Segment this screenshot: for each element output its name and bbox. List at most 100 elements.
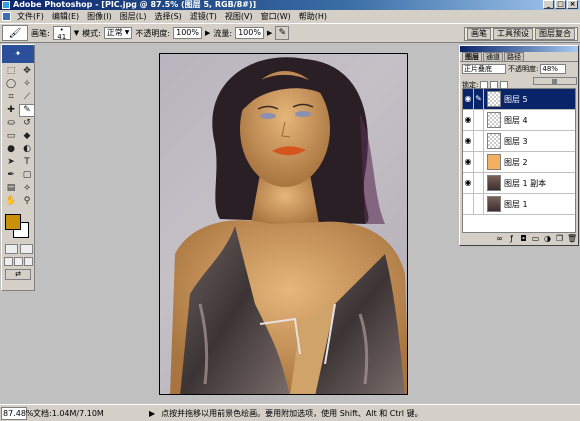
layer-name[interactable]: 图层 2	[504, 157, 528, 168]
eyedropper-tool-icon[interactable]: ⟡	[19, 182, 35, 195]
zoom-field[interactable]: 87.48%	[1, 406, 34, 420]
flow-field[interactable]: 100%	[235, 27, 264, 39]
menu-image[interactable]: 图像(I)	[83, 10, 116, 23]
standard-mode-button[interactable]	[5, 244, 18, 254]
paint-bucket-tool-icon[interactable]: ◆	[19, 130, 35, 143]
hand-tool-icon[interactable]: ✋	[3, 195, 19, 208]
new-layer-icon[interactable]: ❐	[555, 234, 564, 243]
layer-row[interactable]: 图层 1	[463, 194, 575, 215]
standard-screen-button[interactable]	[4, 257, 13, 266]
airbrush-button[interactable]: ✎	[275, 26, 290, 40]
eraser-tool-icon[interactable]: ▭	[3, 130, 19, 143]
close-button[interactable]: ×	[567, 0, 578, 9]
history-brush-tool-icon[interactable]: ↺	[19, 117, 35, 130]
opacity-slider-icon[interactable]: ▶	[205, 29, 210, 37]
layer-row[interactable]: ◉ 图层 4	[463, 110, 575, 131]
link-cell[interactable]	[474, 110, 484, 130]
link-cell[interactable]	[474, 194, 484, 214]
quick-mask-mode-button[interactable]	[20, 244, 33, 254]
document-info[interactable]: 文档:1.04M/7.10M	[33, 408, 143, 419]
tab-layers[interactable]: 图层	[462, 52, 482, 61]
brush-dropdown-icon[interactable]: ▼	[74, 29, 79, 37]
layer-name[interactable]: 图层 1 副本	[504, 178, 546, 189]
visibility-eye-icon[interactable]: ◉	[463, 89, 474, 109]
clone-stamp-tool-icon[interactable]: ⛀	[3, 117, 19, 130]
jump-to-imageready-button[interactable]: ⇄	[5, 269, 31, 280]
menu-window[interactable]: 窗口(W)	[257, 10, 295, 23]
layer-opacity-slider[interactable]	[533, 77, 577, 85]
marquee-tool-icon[interactable]: ⬚	[3, 65, 19, 78]
lasso-tool-icon[interactable]: ◯	[3, 78, 19, 91]
magic-wand-tool-icon[interactable]: ✧	[19, 78, 35, 91]
path-selection-tool-icon[interactable]: ➤	[3, 156, 19, 169]
document-canvas[interactable]	[159, 53, 408, 395]
link-layers-icon[interactable]: ∞	[495, 234, 504, 243]
photoshop-icon	[2, 1, 10, 9]
full-screen-menu-button[interactable]	[14, 257, 23, 266]
healing-brush-tool-icon[interactable]: ✚	[3, 104, 19, 117]
well-tab-layer-comps[interactable]: 图层复合	[535, 28, 575, 40]
tool-preset-picker[interactable]: 🖌	[2, 25, 28, 41]
blend-mode-select[interactable]: 正片叠底	[462, 63, 506, 74]
link-cell[interactable]	[474, 131, 484, 151]
maximize-button[interactable]: □	[555, 0, 566, 9]
layer-mask-icon[interactable]: ◘	[519, 234, 528, 243]
layer-name[interactable]: 图层 3	[504, 136, 528, 147]
foreground-color-swatch[interactable]	[5, 214, 21, 230]
toolbox-logo-icon[interactable]: ✦	[2, 45, 34, 63]
layer-thumbnail	[487, 112, 501, 128]
menu-view[interactable]: 视图(V)	[221, 10, 257, 23]
menu-edit[interactable]: 编辑(E)	[48, 10, 83, 23]
menu-file[interactable]: 文件(F)	[13, 10, 48, 23]
tab-channels[interactable]: 通道	[483, 52, 503, 61]
visibility-eye-icon[interactable]: ◉	[463, 131, 474, 151]
brush-tool-icon[interactable]: ✎	[19, 104, 35, 117]
new-group-icon[interactable]: ▭	[531, 234, 540, 243]
pen-tool-icon[interactable]: ✒	[3, 169, 19, 182]
minimize-button[interactable]: _	[543, 0, 554, 9]
imageready-icon: ⇄	[15, 270, 21, 278]
move-tool-icon[interactable]: ✥	[19, 65, 35, 78]
adjustment-layer-icon[interactable]: ◑	[543, 234, 552, 243]
slice-tool-icon[interactable]: ⟋	[19, 91, 35, 104]
well-tab-brushes[interactable]: 画笔	[467, 28, 491, 40]
visibility-eye-icon[interactable]: ◉	[463, 110, 474, 130]
status-menu-arrow-icon[interactable]: ▶	[149, 409, 155, 418]
layer-row[interactable]: ◉ ✎ 图层 5	[463, 89, 575, 110]
layer-name[interactable]: 图层 4	[504, 115, 528, 126]
visibility-eye-icon[interactable]	[463, 194, 474, 214]
full-screen-button[interactable]	[24, 257, 33, 266]
layer-opacity-field[interactable]: 48%	[540, 63, 567, 74]
blur-tool-icon[interactable]: ●	[3, 143, 19, 156]
brush-active-icon[interactable]: ✎	[474, 89, 484, 109]
shape-tool-icon[interactable]: ▢	[19, 169, 35, 182]
crop-tool-icon[interactable]: ⌗	[3, 91, 19, 104]
layer-row[interactable]: ◉ 图层 2	[463, 152, 575, 173]
layer-name[interactable]: 图层 1	[504, 199, 528, 210]
visibility-eye-icon[interactable]: ◉	[463, 152, 474, 172]
tab-paths[interactable]: 路径	[504, 52, 524, 61]
delete-layer-icon[interactable]: 🗑	[567, 234, 577, 243]
menu-filter[interactable]: 滤镜(T)	[186, 10, 221, 23]
menu-help[interactable]: 帮助(H)	[295, 10, 331, 23]
mode-select[interactable]: 正常 ▼	[103, 27, 133, 39]
brush-picker[interactable]: • 41	[52, 26, 71, 41]
layer-name[interactable]: 图层 5	[504, 94, 528, 105]
layer-row[interactable]: ◉ 图层 1 副本	[463, 173, 575, 194]
flow-slider-icon[interactable]: ▶	[267, 29, 272, 37]
notes-tool-icon[interactable]: ▤	[3, 182, 19, 195]
link-cell[interactable]	[474, 173, 484, 193]
menu-select[interactable]: 选择(S)	[150, 10, 185, 23]
zoom-tool-icon[interactable]: ⚲	[19, 195, 35, 208]
well-tab-tool-presets[interactable]: 工具预设	[493, 28, 533, 40]
visibility-eye-icon[interactable]: ◉	[463, 173, 474, 193]
opacity-slider-handle[interactable]	[552, 79, 557, 84]
opacity-field[interactable]: 100%	[173, 27, 202, 39]
menu-layer[interactable]: 图层(L)	[116, 10, 151, 23]
layer-style-icon[interactable]: ƒ	[507, 234, 516, 243]
layer-row[interactable]: ◉ 图层 3	[463, 131, 575, 152]
link-cell[interactable]	[474, 152, 484, 172]
dodge-tool-icon[interactable]: ◐	[19, 143, 35, 156]
app-menu-icon[interactable]	[2, 12, 11, 21]
type-tool-icon[interactable]: T	[19, 156, 35, 169]
